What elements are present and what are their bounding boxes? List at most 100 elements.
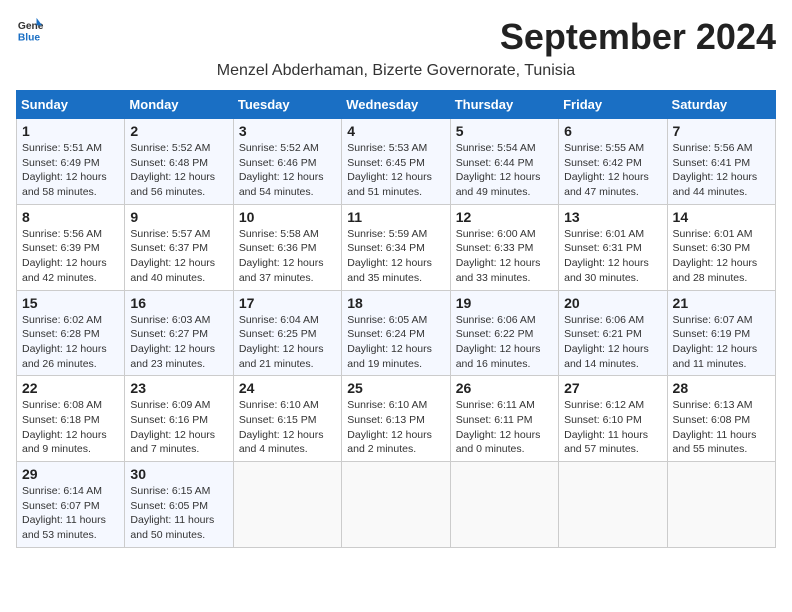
col-friday: Friday <box>559 91 667 119</box>
table-row: 22 Sunrise: 6:08 AM Sunset: 6:18 PM Dayli… <box>17 376 125 462</box>
day-info: Sunrise: 5:52 AM Sunset: 6:46 PM Dayligh… <box>239 141 336 200</box>
day-number: 14 <box>673 209 770 225</box>
table-row <box>233 462 341 548</box>
table-row: 28Sunrise: 6:13 AM Sunset: 6:08 PM Dayli… <box>667 376 775 462</box>
table-row: 15 Sunrise: 6:02 AM Sunset: 6:28 PM Dayli… <box>17 290 125 376</box>
header-row: Sunday Monday Tuesday Wednesday Thursday… <box>17 91 776 119</box>
day-info: Sunrise: 6:09 AM Sunset: 6:16 PM Dayligh… <box>130 398 227 457</box>
table-row: 18Sunrise: 6:05 AM Sunset: 6:24 PM Dayli… <box>342 290 450 376</box>
table-row <box>667 462 775 548</box>
day-info: Sunrise: 6:10 AM Sunset: 6:15 PM Dayligh… <box>239 398 336 457</box>
calendar-row: 8 Sunrise: 5:56 AM Sunset: 6:39 PM Daylig… <box>17 204 776 290</box>
page-header: General Blue September 2024 <box>16 16 776 58</box>
table-row: 26Sunrise: 6:11 AM Sunset: 6:11 PM Dayli… <box>450 376 558 462</box>
svg-text:Blue: Blue <box>18 32 41 43</box>
table-row: 21Sunrise: 6:07 AM Sunset: 6:19 PM Dayli… <box>667 290 775 376</box>
day-info: Sunrise: 6:12 AM Sunset: 6:10 PM Dayligh… <box>564 398 661 457</box>
table-row: 14 Sunrise: 6:01 AM Sunset: 6:30 PM Dayli… <box>667 204 775 290</box>
table-row <box>559 462 667 548</box>
table-row: 24 Sunrise: 6:10 AM Sunset: 6:15 PM Dayli… <box>233 376 341 462</box>
day-info: Sunrise: 6:10 AM Sunset: 6:13 PM Dayligh… <box>347 398 444 457</box>
table-row: 13 Sunrise: 6:01 AM Sunset: 6:31 PM Dayli… <box>559 204 667 290</box>
day-number: 10 <box>239 209 336 225</box>
day-number: 2 <box>130 123 227 139</box>
day-info: Sunrise: 6:05 AM Sunset: 6:24 PM Dayligh… <box>347 313 444 372</box>
table-row <box>450 462 558 548</box>
table-row: 8 Sunrise: 5:56 AM Sunset: 6:39 PM Daylig… <box>17 204 125 290</box>
day-info: Sunrise: 5:59 AM Sunset: 6:34 PM Dayligh… <box>347 227 444 286</box>
day-info: Sunrise: 5:57 AM Sunset: 6:37 PM Dayligh… <box>130 227 227 286</box>
table-row: 19 Sunrise: 6:06 AM Sunset: 6:22 PM Dayli… <box>450 290 558 376</box>
table-row <box>342 462 450 548</box>
day-number: 16 <box>130 295 227 311</box>
day-info: Sunrise: 6:01 AM Sunset: 6:30 PM Dayligh… <box>673 227 770 286</box>
day-number: 13 <box>564 209 661 225</box>
day-info: Sunrise: 5:56 AM Sunset: 6:41 PM Dayligh… <box>673 141 770 200</box>
day-number: 25 <box>347 380 444 396</box>
day-number: 24 <box>239 380 336 396</box>
table-row: 30Sunrise: 6:15 AM Sunset: 6:05 PM Dayli… <box>125 462 233 548</box>
day-number: 5 <box>456 123 553 139</box>
day-info: Sunrise: 6:02 AM Sunset: 6:28 PM Dayligh… <box>22 313 119 372</box>
day-number: 20 <box>564 295 661 311</box>
table-row: 11 Sunrise: 5:59 AM Sunset: 6:34 PM Dayli… <box>342 204 450 290</box>
day-info: Sunrise: 6:08 AM Sunset: 6:18 PM Dayligh… <box>22 398 119 457</box>
day-number: 4 <box>347 123 444 139</box>
day-number: 17 <box>239 295 336 311</box>
calendar-row: 1 Sunrise: 5:51 AM Sunset: 6:49 PM Daylig… <box>17 119 776 205</box>
table-row: 6Sunrise: 5:55 AM Sunset: 6:42 PM Daylig… <box>559 119 667 205</box>
day-number: 12 <box>456 209 553 225</box>
table-row: 12 Sunrise: 6:00 AM Sunset: 6:33 PM Dayli… <box>450 204 558 290</box>
table-row: 1 Sunrise: 5:51 AM Sunset: 6:49 PM Daylig… <box>17 119 125 205</box>
table-row: 5 Sunrise: 5:54 AM Sunset: 6:44 PM Daylig… <box>450 119 558 205</box>
day-info: Sunrise: 6:06 AM Sunset: 6:22 PM Dayligh… <box>456 313 553 372</box>
calendar-row: 22 Sunrise: 6:08 AM Sunset: 6:18 PM Dayli… <box>17 376 776 462</box>
day-number: 26 <box>456 380 553 396</box>
day-number: 1 <box>22 123 119 139</box>
day-info: Sunrise: 5:52 AM Sunset: 6:48 PM Dayligh… <box>130 141 227 200</box>
day-info: Sunrise: 6:14 AM Sunset: 6:07 PM Dayligh… <box>22 484 119 543</box>
day-info: Sunrise: 6:00 AM Sunset: 6:33 PM Dayligh… <box>456 227 553 286</box>
day-number: 27 <box>564 380 661 396</box>
day-number: 8 <box>22 209 119 225</box>
table-row: 3 Sunrise: 5:52 AM Sunset: 6:46 PM Daylig… <box>233 119 341 205</box>
table-row: 25 Sunrise: 6:10 AM Sunset: 6:13 PM Dayli… <box>342 376 450 462</box>
table-row: 2 Sunrise: 5:52 AM Sunset: 6:48 PM Daylig… <box>125 119 233 205</box>
day-number: 23 <box>130 380 227 396</box>
day-info: Sunrise: 5:51 AM Sunset: 6:49 PM Dayligh… <box>22 141 119 200</box>
day-number: 15 <box>22 295 119 311</box>
day-info: Sunrise: 6:03 AM Sunset: 6:27 PM Dayligh… <box>130 313 227 372</box>
day-info: Sunrise: 5:54 AM Sunset: 6:44 PM Dayligh… <box>456 141 553 200</box>
calendar-row: 15 Sunrise: 6:02 AM Sunset: 6:28 PM Dayli… <box>17 290 776 376</box>
table-row: 9 Sunrise: 5:57 AM Sunset: 6:37 PM Daylig… <box>125 204 233 290</box>
day-number: 28 <box>673 380 770 396</box>
logo: General Blue <box>16 16 44 44</box>
page-subtitle: Menzel Abderhaman, Bizerte Governorate, … <box>16 62 776 80</box>
day-info: Sunrise: 5:55 AM Sunset: 6:42 PM Dayligh… <box>564 141 661 200</box>
col-tuesday: Tuesday <box>233 91 341 119</box>
calendar-row: 29Sunrise: 6:14 AM Sunset: 6:07 PM Dayli… <box>17 462 776 548</box>
day-info: Sunrise: 5:56 AM Sunset: 6:39 PM Dayligh… <box>22 227 119 286</box>
col-thursday: Thursday <box>450 91 558 119</box>
logo-icon: General Blue <box>16 16 44 44</box>
page-title: September 2024 <box>500 16 776 58</box>
day-number: 3 <box>239 123 336 139</box>
day-info: Sunrise: 5:53 AM Sunset: 6:45 PM Dayligh… <box>347 141 444 200</box>
day-number: 22 <box>22 380 119 396</box>
table-row: 10 Sunrise: 5:58 AM Sunset: 6:36 PM Dayli… <box>233 204 341 290</box>
col-monday: Monday <box>125 91 233 119</box>
day-info: Sunrise: 6:01 AM Sunset: 6:31 PM Dayligh… <box>564 227 661 286</box>
day-number: 7 <box>673 123 770 139</box>
col-saturday: Saturday <box>667 91 775 119</box>
table-row: 23 Sunrise: 6:09 AM Sunset: 6:16 PM Dayli… <box>125 376 233 462</box>
table-row: 17Sunrise: 6:04 AM Sunset: 6:25 PM Dayli… <box>233 290 341 376</box>
day-info: Sunrise: 5:58 AM Sunset: 6:36 PM Dayligh… <box>239 227 336 286</box>
calendar-table: Sunday Monday Tuesday Wednesday Thursday… <box>16 90 776 548</box>
day-number: 9 <box>130 209 227 225</box>
col-wednesday: Wednesday <box>342 91 450 119</box>
day-number: 19 <box>456 295 553 311</box>
day-number: 11 <box>347 209 444 225</box>
table-row: 20Sunrise: 6:06 AM Sunset: 6:21 PM Dayli… <box>559 290 667 376</box>
day-number: 21 <box>673 295 770 311</box>
table-row: 27 Sunrise: 6:12 AM Sunset: 6:10 PM Dayli… <box>559 376 667 462</box>
